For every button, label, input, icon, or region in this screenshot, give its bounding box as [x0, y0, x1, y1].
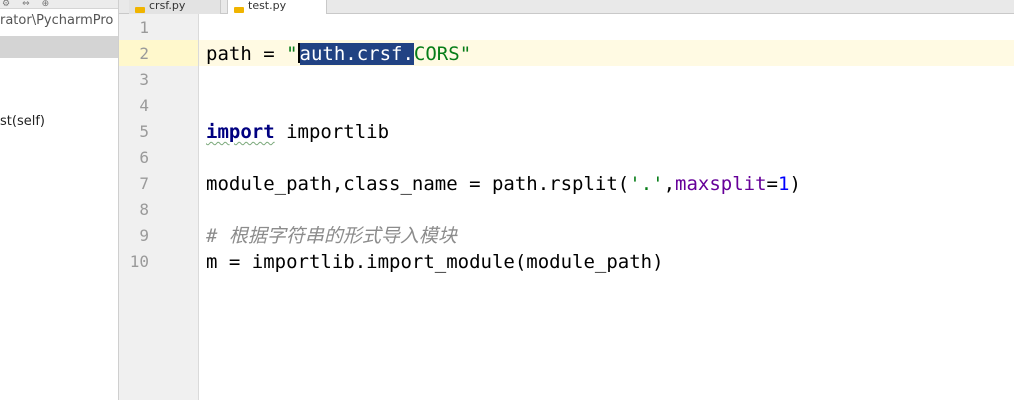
- code-text: m = importlib.import_module(module_path): [206, 251, 664, 273]
- text-selection: auth.crsf.: [299, 43, 414, 65]
- editor-tab-strip: crsf.py test.py: [119, 0, 1014, 14]
- code-line-5[interactable]: import importlib: [206, 119, 389, 145]
- string-literal: CORS: [413, 43, 460, 65]
- pycharm-window: ⚙ ⇔ ⊕ rator\PycharmPro st(self) crsf.py …: [0, 0, 1014, 400]
- code-line-2[interactable]: path = " auth.crsf.CORS": [206, 41, 471, 67]
- code-text: importlib: [274, 121, 390, 143]
- tab-test[interactable]: test.py: [227, 0, 327, 14]
- project-path-label: rator\PycharmPro: [0, 13, 114, 28]
- tree-item-method[interactable]: st(self): [0, 114, 45, 129]
- line-number: 9: [139, 226, 149, 245]
- tab-label: crsf.py: [149, 0, 186, 12]
- code-text: ,: [663, 173, 676, 195]
- settings-icon[interactable]: ⚙: [2, 0, 10, 9]
- code-text: module_path,class_name = path.rsplit(: [206, 173, 630, 195]
- code-comment: # 根据字符串的形式导入模块: [206, 225, 457, 247]
- code-line-10[interactable]: m = importlib.import_module(module_path): [206, 249, 664, 275]
- code-line-9[interactable]: # 根据字符串的形式导入模块: [206, 223, 457, 249]
- number-literal: 1: [778, 173, 790, 195]
- string-quote: ": [459, 43, 472, 65]
- line-number: 5: [139, 122, 149, 141]
- code-editor[interactable]: path = " auth.crsf.CORS" import importlib…: [199, 14, 1014, 400]
- line-number: 1: [139, 18, 149, 37]
- string-literal: '.': [629, 173, 664, 195]
- keyword-argument: maxsplit: [675, 173, 767, 195]
- project-panel: ⚙ ⇔ ⊕ rator\PycharmPro st(self): [0, 0, 119, 400]
- project-toolbar: ⚙ ⇔ ⊕: [0, 0, 118, 9]
- python-file-icon: [234, 7, 244, 13]
- tab-label: test.py: [248, 0, 287, 12]
- line-number: 6: [139, 148, 149, 167]
- tree-selected-row[interactable]: [0, 36, 118, 58]
- collapse-icon[interactable]: ⇔: [22, 0, 30, 9]
- line-number: 3: [139, 70, 149, 89]
- line-number: 4: [139, 96, 149, 115]
- scroll-to-icon[interactable]: ⊕: [42, 0, 50, 9]
- line-number: 2: [139, 44, 149, 63]
- tab-crsf[interactable]: crsf.py: [129, 0, 221, 14]
- python-file-icon: [135, 7, 145, 13]
- line-number: 7: [139, 174, 149, 193]
- string-quote: ": [286, 43, 298, 65]
- line-number: 10: [129, 252, 149, 271]
- code-text: ): [789, 173, 801, 195]
- code-text: path =: [206, 43, 287, 65]
- keyword-import: import: [206, 121, 275, 143]
- code-text: =: [766, 173, 778, 195]
- line-number-gutter[interactable]: 1 2 3 4 5 6 7 8 9 10: [119, 14, 199, 400]
- code-line-7[interactable]: module_path,class_name = path.rsplit('.'…: [206, 171, 801, 197]
- line-number: 8: [139, 200, 149, 219]
